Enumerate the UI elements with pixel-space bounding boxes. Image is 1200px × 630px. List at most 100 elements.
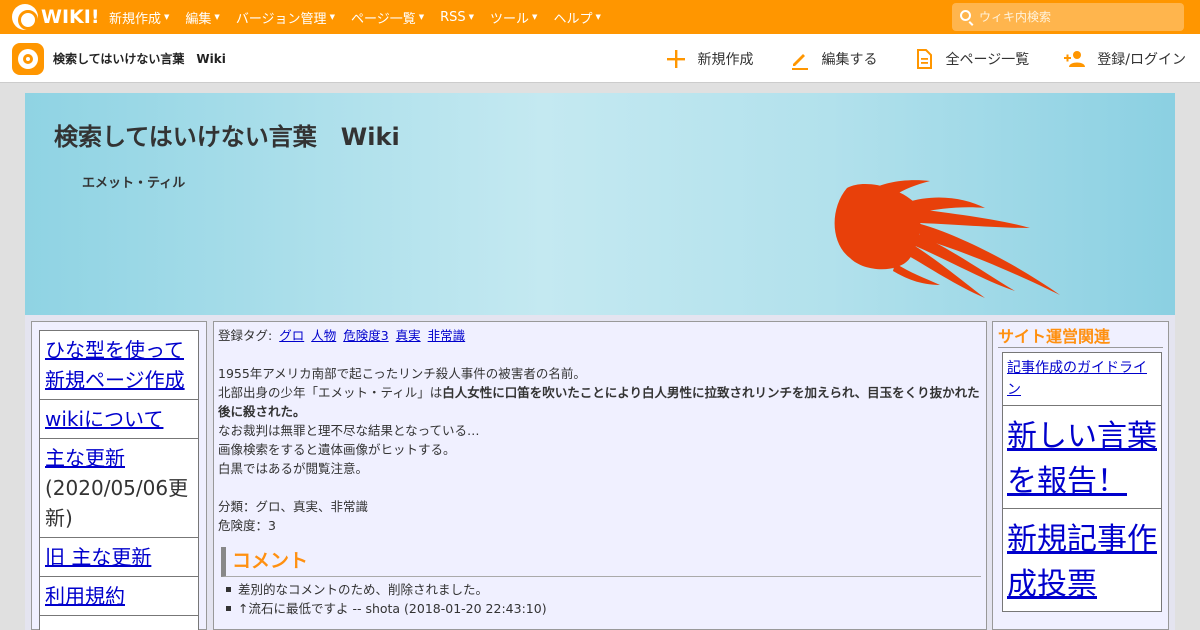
nav-label: 新規作成 (109, 11, 162, 27)
left-menu: ひな型を使って新規ページ作成 wikiについて 主な更新 (2020/05/06更… (39, 330, 199, 630)
page-banner: 検索してはいけない言葉 Wiki エメット・ティル (25, 93, 1175, 315)
menu-row: 新規記事作成投票 (1002, 508, 1162, 612)
comment-item: 差別的なコメントのため、削除されました。 (224, 580, 982, 599)
action-label: 全ページ一覧 (945, 51, 1030, 68)
menu-link-about-wiki[interactable]: wikiについて (45, 407, 163, 431)
menu-row: ひな型を使って新規ページ作成 (39, 330, 199, 400)
article-line: 白黒ではあるが閲覧注意。 (218, 461, 369, 476)
caret-down-icon: ▼ (214, 13, 220, 21)
nav-help[interactable]: ヘルプ ▼ (553, 8, 600, 27)
tag-list: 登録タグ: グロ 人物 危険度3 真実 非常識 (218, 326, 982, 345)
caret-down-icon: ▼ (329, 13, 335, 21)
site-header-bar: 検索してはいけない言葉 Wiki 新規作成 編集する 全ページ一覧 登録/ログイ… (0, 34, 1200, 83)
main-nav: 新規作成 ▼ 編集 ▼ バージョン管理 ▼ ページ一覧 ▼ RSS ▼ ツール ▼ ヘルプ ▼ (109, 0, 617, 34)
goldfish-illustration (834, 180, 1060, 298)
menu-cell: 主な更新 (2020/05/06更新) (39, 438, 199, 538)
action-label: 登録/ログイン (1097, 51, 1186, 68)
menu-cell: 旧 主な更新 (39, 537, 199, 577)
action-label: 編集する (821, 51, 878, 68)
menu-link-new-article-vote[interactable]: 新規記事作成投票 (1007, 522, 1157, 602)
page-title: エメット・ティル (82, 176, 186, 191)
nav-label: ツール (490, 11, 530, 27)
comment-list: 差別的なコメントのため、削除されました。 ↑流石に最低ですよ -- shota … (224, 580, 982, 618)
menu-cell (39, 615, 199, 630)
pencil-icon (791, 53, 808, 70)
article-line: なお裁判は無罪と理不尽な結果となっている… (218, 423, 480, 438)
nav-rss[interactable]: RSS ▼ (440, 10, 474, 25)
document-icon (916, 48, 932, 69)
header-actions: 新規作成 編集する 全ページ一覧 登録/ログイン (630, 34, 1186, 83)
menu-cell: 記事作成のガイドライン (1002, 352, 1162, 406)
caret-down-icon: ▼ (468, 13, 475, 21)
update-date-note: (2020/05/06更新) (45, 476, 189, 530)
right-menu-column: サイト運営関連 記事作成のガイドライン 新しい言葉を報告！ 新規記事作成投票 (992, 321, 1169, 630)
menu-link-article-guideline[interactable]: 記事作成のガイドライン (1007, 360, 1147, 398)
right-menu: 記事作成のガイドライン 新しい言葉を報告！ 新規記事作成投票 (1002, 352, 1162, 612)
nav-tools[interactable]: ツール ▼ (490, 8, 537, 27)
caret-down-icon: ▼ (164, 13, 170, 21)
site-title[interactable]: 検索してはいけない言葉 Wiki (53, 50, 226, 67)
all-pages-button[interactable]: 全ページ一覧 (912, 47, 1030, 71)
site-logo-icon[interactable] (12, 43, 44, 75)
danger-level-line: 危険度：3 (218, 518, 276, 533)
tags-label: 登録タグ: (218, 328, 273, 343)
menu-row: 旧 主な更新 (39, 537, 199, 577)
menu-cell: 利用規約 (39, 576, 199, 616)
edit-button[interactable]: 編集する (788, 47, 878, 71)
at-mark-icon (12, 4, 38, 30)
nav-edit[interactable]: 編集 ▼ (185, 8, 219, 27)
atwiki-logo[interactable]: WIKI! (12, 4, 99, 30)
article-line: 北部出身の少年「エメット・ティル」は白人女性に口笛を吹いたことにより白人男性に拉… (218, 383, 982, 421)
article-body: 登録タグ: グロ 人物 危険度3 真実 非常識 1955年アメリカ南部で起こった… (218, 326, 982, 618)
menu-link-main-updates[interactable]: 主な更新 (45, 446, 125, 470)
menu-link-terms[interactable]: 利用規約 (45, 584, 125, 608)
article-text: 北部出身の少年「エメット・ティル」は (218, 385, 443, 400)
tag-link[interactable]: 非常識 (428, 328, 466, 343)
search-input[interactable] (979, 7, 1179, 27)
top-bar: WIKI! 新規作成 ▼ 編集 ▼ バージョン管理 ▼ ページ一覧 ▼ RSS ▼ ツール… (0, 0, 1200, 34)
tag-link[interactable]: 危険度3 (343, 328, 388, 343)
nav-version[interactable]: バージョン管理 ▼ (236, 8, 335, 27)
caret-down-icon: ▼ (532, 13, 538, 21)
menu-link-report-new-word[interactable]: 新しい言葉を報告！ (1007, 419, 1157, 499)
menu-cell: ひな型を使って新規ページ作成 (39, 330, 199, 400)
nav-label: ページ一覧 (350, 11, 416, 27)
menu-row: 利用規約 (39, 576, 199, 616)
tag-link[interactable]: 真実 (396, 328, 421, 343)
menu-row: 主な更新 (2020/05/06更新) (39, 438, 199, 538)
user-add-icon (1064, 50, 1086, 67)
article-line: 1955年アメリカ南部で起こったリンチ殺人事件の被害者の名前。 (218, 366, 586, 381)
nav-page-list[interactable]: ページ一覧 ▼ (351, 8, 424, 27)
main-content: 登録タグ: グロ 人物 危険度3 真実 非常識 1955年アメリカ南部で起こった… (213, 321, 987, 630)
menu-cell: wikiについて (39, 399, 199, 439)
action-label: 新規作成 (697, 51, 754, 68)
tag-link[interactable]: 人物 (311, 328, 336, 343)
menu-cell: 新しい言葉を報告！ (1002, 405, 1162, 509)
nav-new[interactable]: 新規作成 ▼ (109, 8, 169, 27)
caret-down-icon: ▼ (418, 13, 425, 21)
menu-link-old-updates[interactable]: 旧 主な更新 (45, 545, 151, 569)
comment-item: ↑流石に最低ですよ -- shota (2018-01-20 22:43:10) (224, 599, 982, 618)
nav-label: バージョン管理 (235, 11, 327, 27)
article-paragraph: 1955年アメリカ南部で起こったリンチ殺人事件の被害者の名前。 北部出身の少年「… (218, 364, 982, 478)
menu-row: 記事作成のガイドライン (1002, 352, 1162, 406)
plus-icon (666, 49, 685, 68)
tag-link[interactable]: グロ (279, 328, 304, 343)
nav-label: RSS (440, 9, 466, 25)
article-line: 画像検索をすると遺体画像がヒットする。 (218, 442, 456, 457)
menu-row: 新しい言葉を報告！ (1002, 405, 1162, 509)
category-line: 分類：グロ、真実、非常識 (218, 499, 369, 514)
menu-row (39, 615, 199, 630)
menu-link-new-page-template[interactable]: ひな型を使って新規ページ作成 (45, 338, 185, 392)
new-page-button[interactable]: 新規作成 (664, 47, 754, 71)
menu-cell: 新規記事作成投票 (1002, 508, 1162, 612)
wiki-search (952, 3, 1184, 31)
search-icon (960, 10, 971, 21)
banner-title[interactable]: 検索してはいけない言葉 Wiki (54, 117, 400, 152)
comment-heading: コメント (221, 547, 981, 577)
menu-row: wikiについて (39, 399, 199, 439)
article-meta: 分類：グロ、真実、非常識 危険度：3 (218, 497, 982, 535)
logo-text: WIKI! (41, 6, 100, 28)
site-admin-heading: サイト運営関連 (998, 327, 1163, 348)
register-login-button[interactable]: 登録/ログイン (1063, 47, 1186, 71)
